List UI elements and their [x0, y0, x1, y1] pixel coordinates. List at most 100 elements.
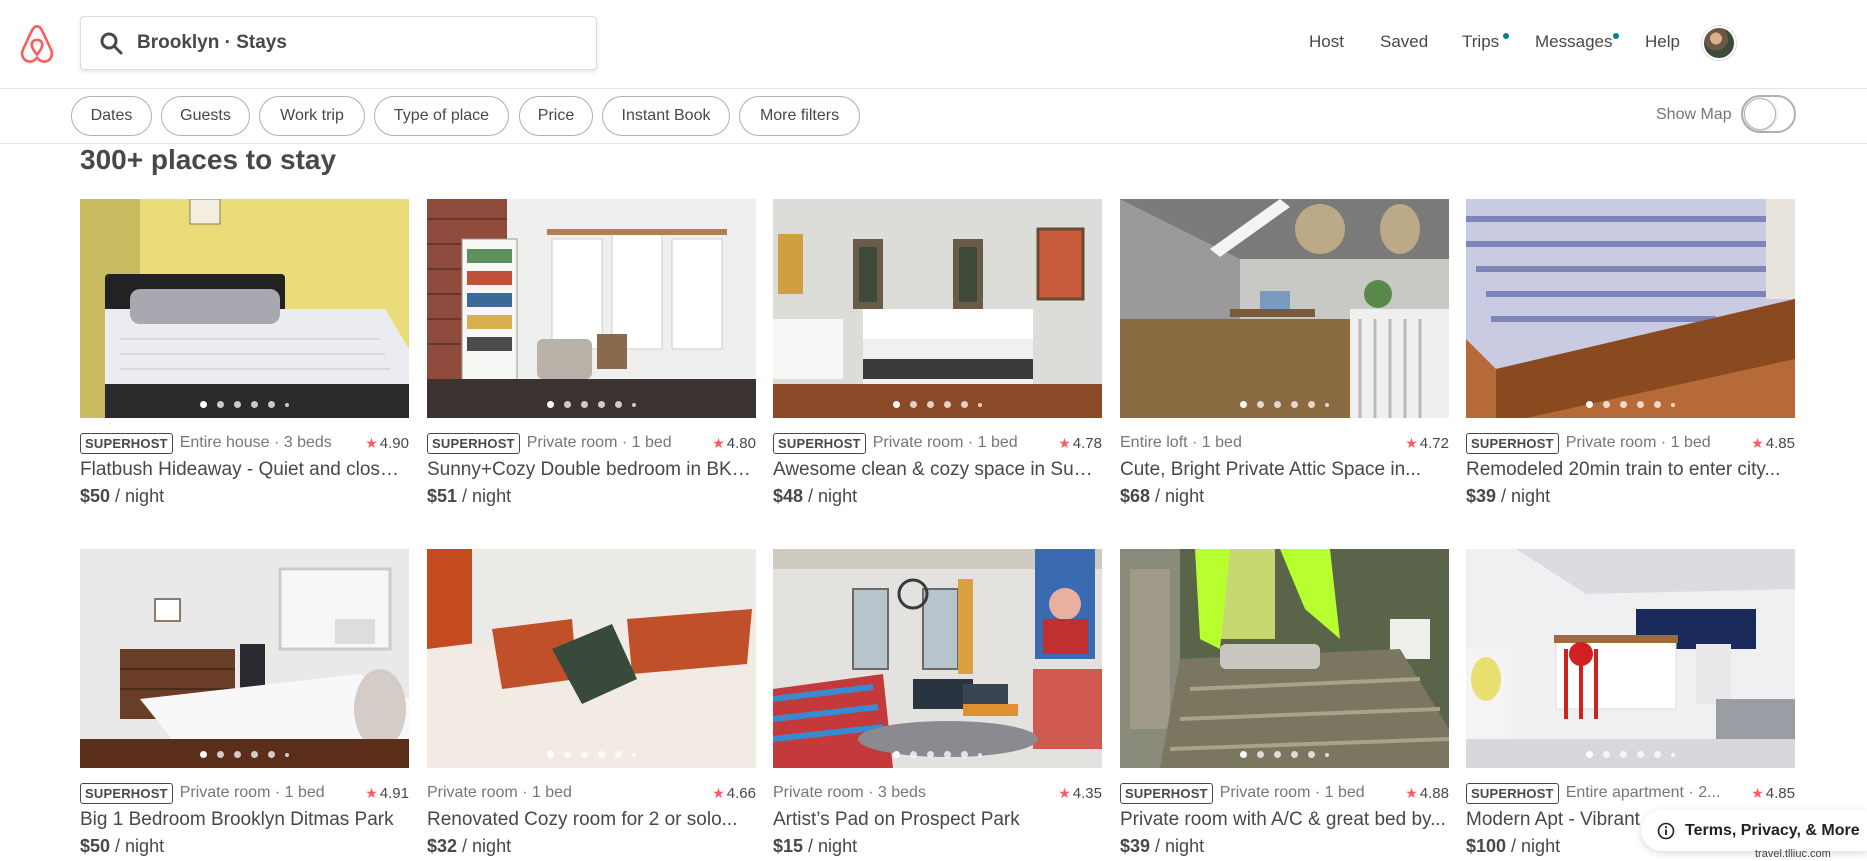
photo-carousel-dots [773, 751, 1102, 758]
listing-card[interactable]: SUPERHOST Private room · 1 bed ★ 4.85 Rem… [1466, 199, 1795, 506]
filter-work-trip-button[interactable]: Work trip [259, 96, 365, 136]
star-icon: ★ [1058, 434, 1071, 451]
listing-type: Private room · 1 bed [1219, 784, 1365, 801]
photo-carousel-dots [80, 751, 409, 758]
listing-card[interactable]: Entire loft · 1 bed ★ 4.72 Cute, Bright P… [1120, 199, 1449, 506]
listing-price: $39 / night [1466, 486, 1551, 506]
star-icon: ★ [1751, 784, 1764, 801]
user-avatar[interactable] [1702, 26, 1736, 60]
listing-photo[interactable] [773, 549, 1102, 768]
listing-type: Entire house · 3 beds [179, 434, 332, 451]
listing-rating: ★ 4.85 [1751, 784, 1795, 802]
filter-instant-book-button[interactable]: Instant Book [602, 96, 730, 136]
toggle-knob [1744, 98, 1776, 130]
listing-title[interactable]: Renovated Cozy room for 2 or solo... [427, 809, 756, 831]
superhost-badge: SUPERHOST [80, 432, 173, 454]
listing-card[interactable]: SUPERHOST Entire house · 3 beds ★ 4.90 Fl… [80, 199, 409, 506]
listing-photo[interactable] [1120, 549, 1449, 768]
messages-notification-dot [1613, 33, 1619, 39]
listing-photo[interactable] [80, 549, 409, 768]
nav-trips[interactable]: Trips [1462, 32, 1499, 52]
listing-title[interactable]: Remodeled 20min train to enter city... [1466, 459, 1795, 481]
listing-card[interactable]: SUPERHOST Private room · 1 bed ★ 4.80 Sun… [427, 199, 756, 506]
listing-title[interactable]: Artist’s Pad on Prospect Park [773, 809, 1102, 831]
listing-rating: ★ 4.91 [365, 784, 409, 802]
superhost-badge: SUPERHOST [1120, 782, 1213, 804]
superhost-badge: SUPERHOST [1466, 432, 1559, 454]
listing-rating: ★ 4.66 [712, 784, 756, 802]
listing-title[interactable]: Big 1 Bedroom Brooklyn Ditmas Park [80, 809, 409, 831]
listing-photo[interactable] [1466, 549, 1795, 768]
listing-price: $100 / night [1466, 836, 1561, 856]
listing-title[interactable]: Cute, Bright Private Attic Space in... [1120, 459, 1449, 481]
listing-type: Private room · 1 bed [1565, 434, 1711, 451]
filter-bar: Dates Guests Work trip Type of place Pri… [0, 89, 1867, 144]
photo-carousel-dots [427, 751, 756, 758]
listing-title[interactable]: Sunny+Cozy Double bedroom in BKLYN! [427, 459, 756, 481]
photo-carousel-dots [1466, 401, 1795, 408]
results-heading: 300+ places to stay [80, 144, 337, 175]
listing-meta: Entire loft · 1 bed ★ 4.72 [1120, 431, 1449, 455]
listing-rating: ★ 4.85 [1751, 434, 1795, 452]
listing-rating: ★ 4.78 [1058, 434, 1102, 452]
filter-dates-button[interactable]: Dates [71, 96, 152, 136]
listing-price: $32 / night [427, 836, 512, 856]
listing-photo[interactable] [1466, 199, 1795, 418]
listing-title[interactable]: Private room with A/C & great bed by... [1120, 809, 1449, 831]
listing-photo[interactable] [1120, 199, 1449, 418]
show-map-toggle[interactable] [1741, 95, 1796, 133]
terms-privacy-label: Terms, Privacy, & More [1685, 821, 1860, 839]
photo-carousel-dots [1466, 751, 1795, 758]
superhost-badge: SUPERHOST [773, 432, 866, 454]
listing-card[interactable]: Private room · 3 beds ★ 4.35 Artist’s Pad… [773, 549, 1102, 856]
nav-host[interactable]: Host [1309, 32, 1344, 52]
listing-type: Private room · 1 bed [427, 784, 572, 801]
listing-type: Private room · 3 beds [773, 784, 926, 801]
filter-guests-button[interactable]: Guests [161, 96, 250, 136]
search-input[interactable] [137, 32, 577, 54]
star-icon: ★ [712, 434, 725, 451]
listing-title[interactable]: Awesome clean & cozy space in Sunse... [773, 459, 1102, 481]
listing-photo[interactable] [427, 549, 756, 768]
photo-carousel-dots [1120, 751, 1449, 758]
listing-card[interactable]: SUPERHOST Entire apartment · 2... ★ 4.85 … [1466, 549, 1795, 856]
filter-more-filters-button[interactable]: More filters [739, 96, 860, 136]
listing-price: $50 / night [80, 486, 165, 506]
search-bar[interactable] [80, 16, 597, 70]
star-icon: ★ [1405, 434, 1418, 451]
superhost-badge: SUPERHOST [427, 432, 520, 454]
star-icon: ★ [1405, 784, 1418, 801]
show-map-label: Show Map [1656, 106, 1732, 123]
listing-meta: Private room · 3 beds ★ 4.35 [773, 781, 1102, 805]
listing-card[interactable]: SUPERHOST Private room · 1 bed ★ 4.88 Pri… [1120, 549, 1449, 856]
listing-photo[interactable] [773, 199, 1102, 418]
airbnb-logo-icon[interactable] [18, 24, 56, 64]
superhost-badge: SUPERHOST [80, 782, 173, 804]
listing-title[interactable]: Flatbush Hideaway - Quiet and close t... [80, 459, 409, 481]
listing-type: Private room · 1 bed [179, 784, 325, 801]
listing-price: $68 / night [1120, 486, 1205, 506]
top-header: Host Saved Trips Messages Help [0, 0, 1867, 89]
filter-type-of-place-button[interactable]: Type of place [374, 96, 509, 136]
listing-meta: SUPERHOST Private room · 1 bed ★ 4.88 [1120, 781, 1449, 805]
listing-card[interactable]: Private room · 1 bed ★ 4.66 Renovated Coz… [427, 549, 756, 856]
nav-messages[interactable]: Messages [1535, 32, 1612, 52]
listing-card[interactable]: SUPERHOST Private room · 1 bed ★ 4.91 Big… [80, 549, 409, 856]
filter-price-button[interactable]: Price [519, 96, 593, 136]
nav-saved[interactable]: Saved [1380, 32, 1428, 52]
terms-privacy-button[interactable]: Terms, Privacy, & More [1641, 810, 1867, 851]
listing-photo[interactable] [80, 199, 409, 418]
listing-price: $15 / night [773, 836, 858, 856]
listing-meta: SUPERHOST Private room · 1 bed ★ 4.80 [427, 431, 756, 455]
nav-help[interactable]: Help [1645, 32, 1680, 52]
trips-notification-dot [1503, 33, 1509, 39]
listing-type: Entire apartment · 2... [1565, 784, 1721, 801]
listing-price: $48 / night [773, 486, 858, 506]
listing-type: Private room · 1 bed [872, 434, 1018, 451]
listing-meta: SUPERHOST Entire apartment · 2... ★ 4.85 [1466, 781, 1795, 805]
listing-photo[interactable] [427, 199, 756, 418]
listing-meta: Private room · 1 bed ★ 4.66 [427, 781, 756, 805]
listing-meta: SUPERHOST Private room · 1 bed ★ 4.91 [80, 781, 409, 805]
listing-card[interactable]: SUPERHOST Private room · 1 bed ★ 4.78 Awe… [773, 199, 1102, 506]
star-icon: ★ [365, 784, 378, 801]
